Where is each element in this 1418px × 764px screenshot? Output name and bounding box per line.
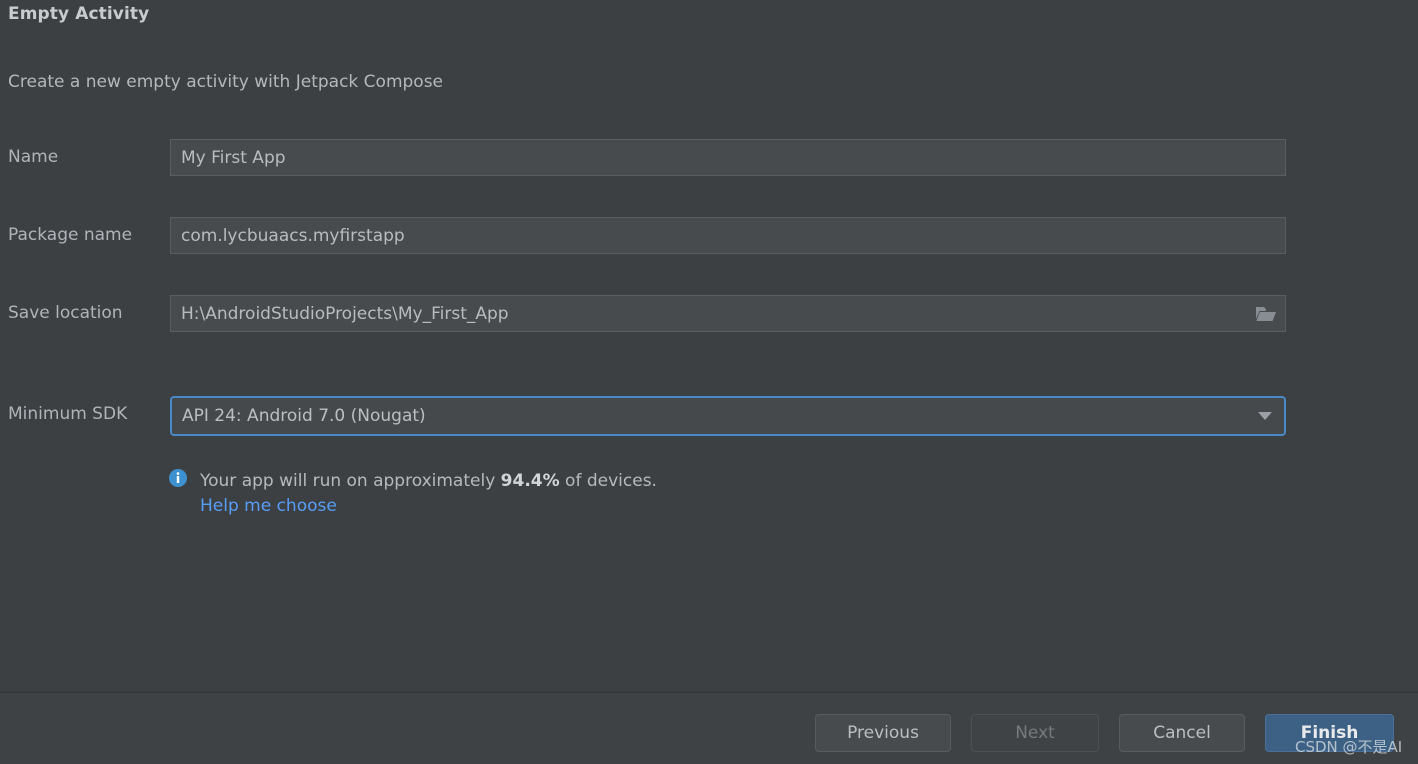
package-name-input[interactable]: com.lycbuaacs.myfirstapp (170, 217, 1286, 254)
next-button[interactable]: Next (971, 714, 1099, 752)
name-label: Name (8, 147, 59, 167)
package-name-label: Package name (8, 225, 133, 245)
cancel-button[interactable]: Cancel (1119, 714, 1245, 752)
coverage-text-after: of devices. (559, 471, 657, 491)
name-input[interactable]: My First App (170, 139, 1286, 176)
save-location-input-value: H:\AndroidStudioProjects\My_First_App (181, 303, 509, 324)
device-coverage-text: Your app will run on approximately 94.4%… (200, 466, 657, 496)
folder-open-icon[interactable] (1255, 305, 1277, 323)
page-title: Empty Activity (8, 4, 150, 24)
finish-button[interactable]: Finish (1265, 714, 1394, 752)
save-location-label: Save location (8, 303, 123, 323)
info-circle-icon (168, 468, 188, 488)
chevron-down-icon[interactable] (1258, 412, 1272, 420)
page-subtitle: Create a new empty activity with Jetpack… (8, 72, 444, 92)
name-input-value: My First App (181, 147, 286, 168)
package-name-input-value: com.lycbuaacs.myfirstapp (181, 225, 405, 246)
minimum-sdk-value: API 24: Android 7.0 (Nougat) (182, 406, 426, 426)
minimum-sdk-label: Minimum SDK (8, 404, 128, 424)
minimum-sdk-select[interactable]: API 24: Android 7.0 (Nougat) (170, 396, 1286, 436)
coverage-percentage: 94.4% (500, 471, 560, 491)
new-project-dialog: Empty Activity Create a new empty activi… (0, 0, 1418, 764)
previous-button[interactable]: Previous (815, 714, 951, 752)
coverage-text-before: Your app will run on approximately (200, 471, 501, 491)
help-me-choose-link[interactable]: Help me choose (200, 496, 337, 516)
save-location-input[interactable]: H:\AndroidStudioProjects\My_First_App (170, 295, 1286, 332)
device-coverage-info: Your app will run on approximately 94.4%… (168, 466, 657, 496)
